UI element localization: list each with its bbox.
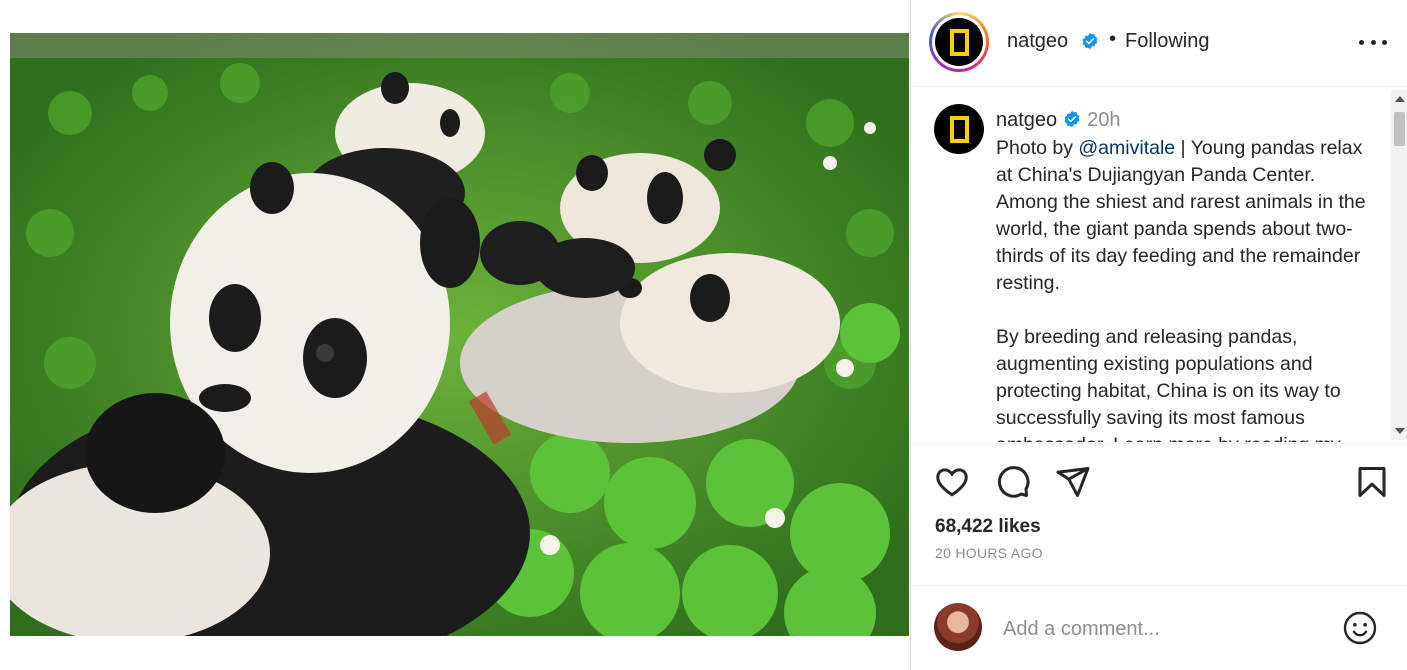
save-button[interactable] [1354,464,1390,500]
header-username[interactable]: natgeo [1007,30,1068,53]
verified-icon [1082,32,1098,50]
emoji-button[interactable] [1342,610,1378,646]
caption-header: natgeo 20h [996,109,1121,132]
comment-bar [911,585,1407,670]
caption-scrollbar[interactable] [1391,90,1407,440]
heart-icon [936,468,968,497]
caption-text: Photo by @amivitale | Young pandas relax… [996,135,1366,442]
caption-avatar[interactable] [934,104,984,154]
caption-username[interactable]: natgeo [996,109,1057,131]
post-image[interactable] [10,33,909,636]
story-ring-avatar[interactable] [929,12,989,72]
user-avatar[interactable] [934,603,982,651]
comment-icon [997,466,1030,498]
separator-dot: • [1109,28,1117,50]
caption-time[interactable]: 20h [1087,109,1120,131]
pandas-photo [10,33,909,636]
verified-icon [1064,110,1080,127]
caption-paragraph-1: | Young pandas relax at China's Dujiangy… [996,137,1366,294]
caption-area: natgeo 20h Photo by @amivitale | Young pa… [911,88,1407,442]
comment-button[interactable] [995,464,1031,500]
post-timestamp[interactable]: 20 HOURS AGO [935,545,1043,561]
natgeo-logo [935,18,983,66]
caption-paragraph-2: By breeding and releasing pandas, augmen… [996,326,1341,442]
mention-link[interactable]: @amivitale [1078,137,1175,159]
post-header: natgeo • Following [911,0,1407,87]
post-side-panel: natgeo • Following natgeo 20h Photo by @a… [910,0,1407,670]
share-button[interactable] [1055,464,1091,500]
like-button[interactable] [934,464,970,500]
bookmark-icon [1358,467,1386,497]
scroll-thumb[interactable] [1394,112,1405,146]
following-button[interactable]: Following [1125,30,1209,53]
share-icon [1056,467,1090,497]
more-icon[interactable] [1359,30,1387,54]
emoji-icon [1343,611,1377,645]
scroll-down-arrow[interactable] [1395,428,1405,434]
caption-prefix: Photo by [996,137,1079,159]
action-bar: 68,422 likes 20 HOURS AGO [911,443,1407,603]
likes-count[interactable]: 68,422 likes [935,516,1041,538]
media-panel [0,0,910,670]
scroll-up-arrow[interactable] [1395,96,1405,102]
comment-input[interactable] [1003,614,1323,644]
